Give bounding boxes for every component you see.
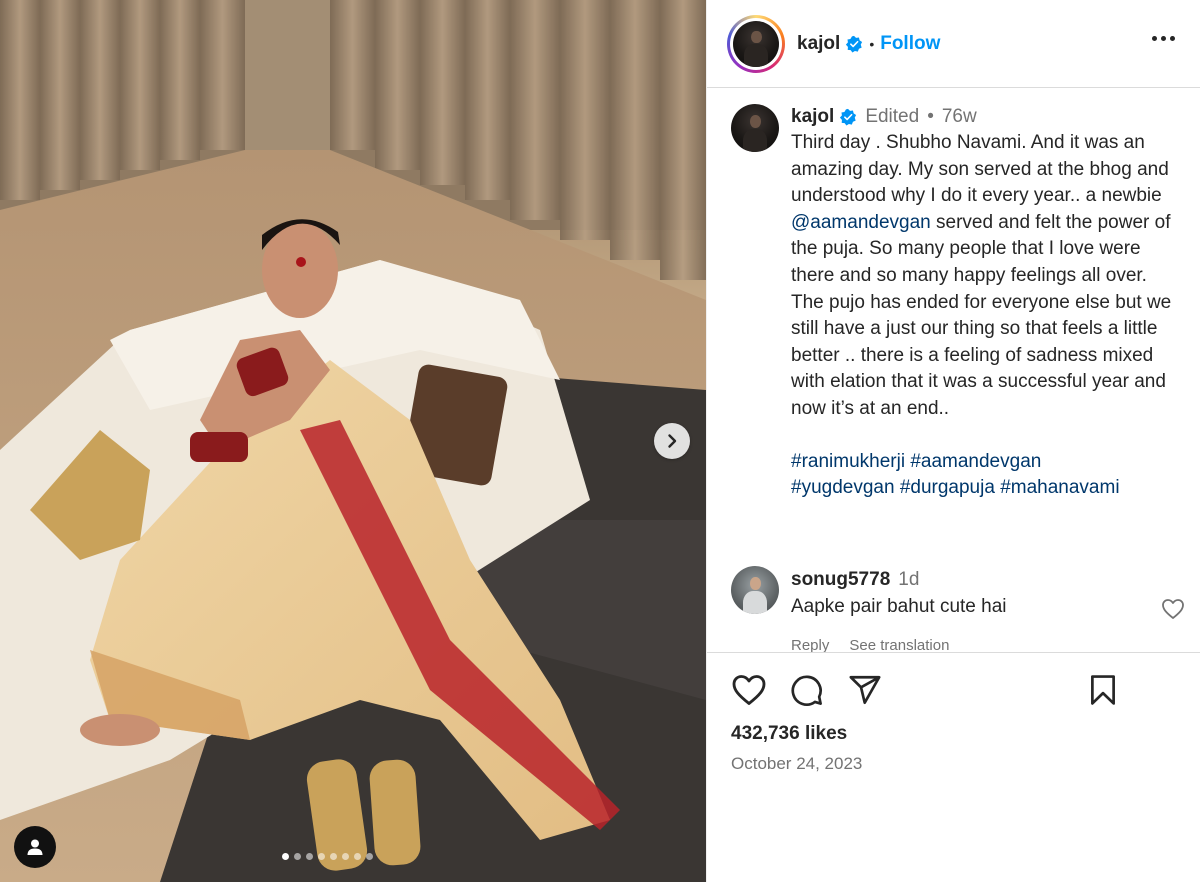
post-action-bar: 432,736 likes October 24, 2023 [707,652,1200,882]
author-avatar-ring[interactable] [727,14,785,73]
caption-body: kajol Edited • 76w Third day . Shubho Na… [791,104,1181,502]
carousel-dot [366,853,373,860]
comment-like-heart-icon[interactable] [1161,598,1185,625]
comment-age: 1d [898,569,920,590]
comment-actions: Reply See translation [791,632,1007,652]
caption-hashtags: #ranimukherji #aamandevgan #yugdevgan #d… [791,449,1181,502]
author-avatar[interactable] [733,20,779,67]
hashtag[interactable]: #yugdevgan [791,477,895,498]
carousel-dot [342,853,349,860]
comment-body: sonug5778 1d Aapke pair bahut cute hai R… [791,566,1007,652]
post-photo[interactable] [0,0,706,882]
post-side-panel: kajol • Follow kajol Edited • 76w Third … [706,0,1200,882]
chevron-right-icon [668,434,677,448]
see-translation-button[interactable]: See translation [849,632,949,652]
more-options-icon[interactable] [1152,30,1175,47]
carousel-dot [306,853,313,860]
commenter-avatar[interactable] [731,566,779,614]
commenter-username[interactable]: sonug5778 [791,566,890,593]
carousel-dot [330,853,337,860]
carousel-dot [294,853,301,860]
edited-label: Edited [865,106,920,127]
caption-text: Third day . Shubho Navami. And it was an… [791,130,1181,423]
hashtag[interactable]: #ranimukherji [791,451,905,472]
comment-item: sonug5778 1d Aapke pair bahut cute hai R… [731,566,1191,652]
bookmark-icon[interactable] [1085,673,1121,712]
caption-mention[interactable]: @aamandevgan [791,212,931,233]
user-tags-button[interactable] [14,826,56,868]
post-caption: kajol Edited • 76w Third day . Shubho Na… [731,104,1181,502]
heart-icon[interactable] [731,673,767,712]
post-date: October 24, 2023 [731,754,863,773]
verified-badge-icon [845,35,863,53]
verified-badge-icon [839,108,857,126]
likes-count[interactable]: 432,736 likes [731,723,847,745]
header-separator: • [869,35,875,52]
post-action-icons [731,673,883,712]
user-tag-icon [27,839,43,855]
follow-button[interactable]: Follow [880,33,940,55]
hashtag[interactable]: #durgapuja [900,477,995,498]
post-age[interactable]: 76w [942,104,977,130]
caption-username[interactable]: kajol [791,104,834,130]
caption-author-avatar[interactable] [731,104,779,152]
caption-text-part-1: Third day . Shubho Navami. And it was an… [791,132,1169,207]
comment-icon[interactable] [789,673,825,712]
reply-button[interactable]: Reply [791,632,829,652]
hashtag[interactable]: #aamandevgan [910,451,1041,472]
share-icon[interactable] [847,673,883,712]
author-line: kajol • Follow [797,33,940,55]
carousel-indicator [282,853,373,860]
caption-text-part-2: served and felt the power of the puja. S… [791,211,1172,419]
carousel-dot [282,853,289,860]
carousel-dot [318,853,325,860]
author-username[interactable]: kajol [797,33,840,55]
carousel-dot [354,853,361,860]
post-header: kajol • Follow [707,0,1200,88]
meta-dot: • [927,106,934,127]
comment-text: Aapke pair bahut cute hai [791,596,1007,617]
hashtag[interactable]: #mahanavami [1000,477,1119,498]
next-slide-button[interactable] [654,423,690,459]
photo-illustration [0,0,706,882]
